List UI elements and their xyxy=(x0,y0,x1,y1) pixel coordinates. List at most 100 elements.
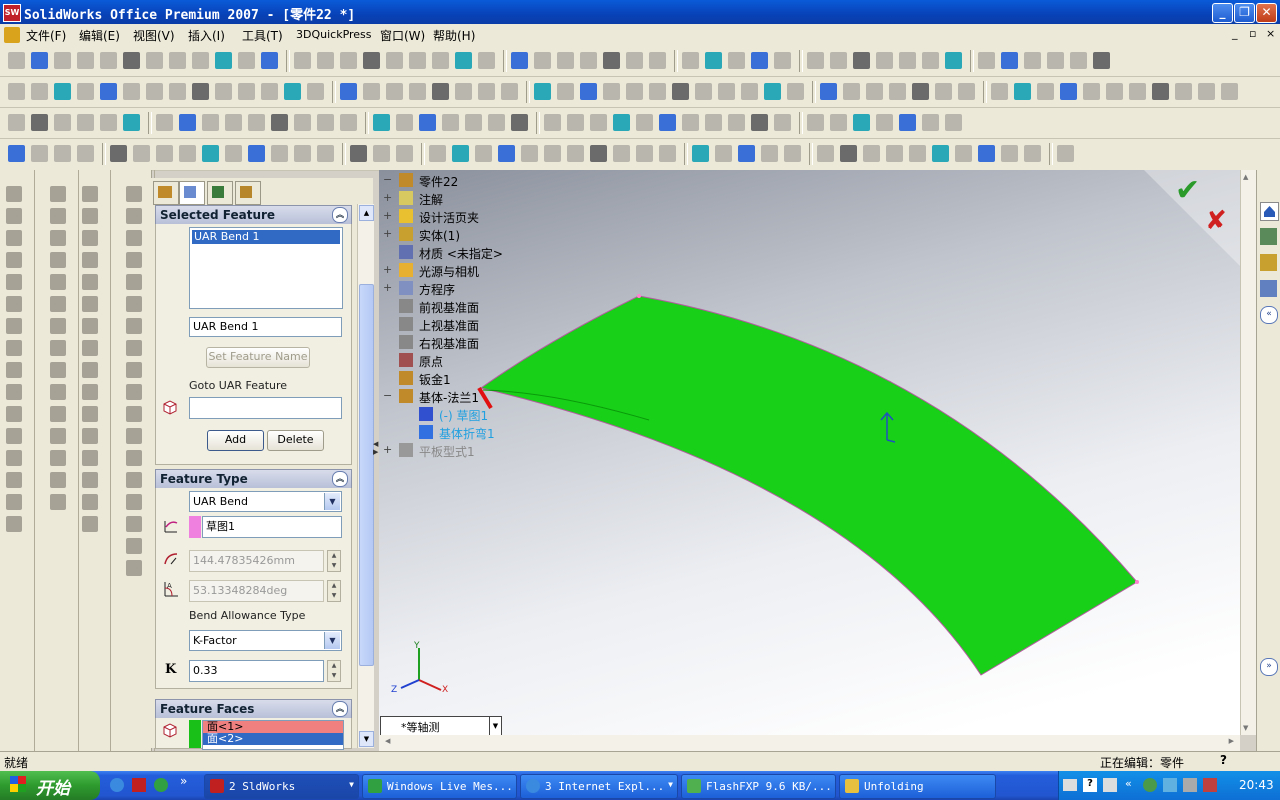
group-selected-feature-header[interactable]: Selected Feature ︽ xyxy=(155,205,352,225)
left-toolbar-button-icon[interactable] xyxy=(50,450,66,466)
toolbar-button-icon[interactable] xyxy=(1047,52,1064,69)
left-toolbar-button-icon[interactable] xyxy=(126,472,142,488)
bend-angle-input[interactable]: 53.13348284deg xyxy=(189,580,324,602)
toolbar-button-icon[interactable] xyxy=(567,145,584,162)
left-toolbar-button-icon[interactable] xyxy=(6,340,22,356)
toolbar-button-icon[interactable] xyxy=(498,145,515,162)
left-toolbar-button-icon[interactable] xyxy=(126,274,142,290)
toolbar-button-icon[interactable] xyxy=(534,83,551,100)
network-icon[interactable] xyxy=(1143,778,1157,792)
minimize-button[interactable]: _ xyxy=(1212,3,1233,23)
left-toolbar-button-icon[interactable] xyxy=(50,318,66,334)
feature-type-select[interactable]: UAR Bend ▼ xyxy=(189,491,342,512)
toolbar-button-icon[interactable] xyxy=(77,145,94,162)
toolbar-button-icon[interactable] xyxy=(886,145,903,162)
chevron-down-icon[interactable]: ▼ xyxy=(324,493,340,510)
toolbar-button-icon[interactable] xyxy=(1001,145,1018,162)
left-toolbar-button-icon[interactable] xyxy=(6,230,22,246)
left-toolbar-button-icon[interactable] xyxy=(50,186,66,202)
volume-icon[interactable] xyxy=(1183,778,1197,792)
toolbar-button-icon[interactable] xyxy=(294,145,311,162)
toolbar-button-icon[interactable] xyxy=(146,83,163,100)
toolbar-button-icon[interactable] xyxy=(225,114,242,131)
expand-pane-icon[interactable]: « xyxy=(1260,306,1278,324)
tray-expand-icon[interactable]: « xyxy=(1125,777,1132,790)
tree-expander[interactable]: + xyxy=(383,191,393,204)
toolbar-button-icon[interactable] xyxy=(1014,83,1031,100)
toolbar-button-icon[interactable] xyxy=(284,83,301,100)
list-item[interactable]: 面<2> xyxy=(203,733,343,745)
toolbar-button-icon[interactable] xyxy=(202,145,219,162)
left-toolbar-button-icon[interactable] xyxy=(82,428,98,444)
feature-name-input[interactable]: UAR Bend 1 xyxy=(189,317,342,337)
keyboard-icon[interactable] xyxy=(1063,779,1077,791)
left-toolbar-button-icon[interactable] xyxy=(50,428,66,444)
toolbar-button-icon[interactable] xyxy=(294,114,311,131)
chevron-down-icon[interactable]: ▼ xyxy=(489,717,501,735)
toolbar-button-icon[interactable] xyxy=(511,52,528,69)
solidworks-quicklaunch-icon[interactable] xyxy=(132,778,146,792)
left-toolbar-button-icon[interactable] xyxy=(126,516,142,532)
scroll-up-icon[interactable]: ▲ xyxy=(359,205,374,221)
toolbar-button-icon[interactable] xyxy=(123,52,140,69)
toolbar-button-icon[interactable] xyxy=(8,114,25,131)
design-library-icon[interactable] xyxy=(1260,228,1277,245)
close-button[interactable]: ✕ xyxy=(1256,3,1277,23)
left-toolbar-button-icon[interactable] xyxy=(82,450,98,466)
toolbar-button-icon[interactable] xyxy=(899,114,916,131)
left-toolbar-button-icon[interactable] xyxy=(50,252,66,268)
toolbar-button-icon[interactable] xyxy=(1106,83,1123,100)
restore-button[interactable]: ❐ xyxy=(1234,3,1255,23)
toolbar-button-icon[interactable] xyxy=(442,114,459,131)
toolbar-button-icon[interactable] xyxy=(636,114,653,131)
toolbar-button-icon[interactable] xyxy=(922,52,939,69)
toolbar-button-icon[interactable] xyxy=(294,52,311,69)
left-toolbar-button-icon[interactable] xyxy=(6,362,22,378)
toolbar-button-icon[interactable] xyxy=(659,145,676,162)
toolbar-button-icon[interactable] xyxy=(1129,83,1146,100)
collapse-pane-icon[interactable]: » xyxy=(1260,658,1278,676)
left-toolbar-button-icon[interactable] xyxy=(82,208,98,224)
toolbar-button-icon[interactable] xyxy=(682,52,699,69)
toolbar-button-icon[interactable] xyxy=(8,145,25,162)
toolbar-button-icon[interactable] xyxy=(636,145,653,162)
toolbar-button-icon[interactable] xyxy=(478,52,495,69)
mdi-minimize-button[interactable]: _ xyxy=(1232,27,1238,40)
left-toolbar-button-icon[interactable] xyxy=(6,384,22,400)
toolbar-button-icon[interactable] xyxy=(475,145,492,162)
toolbar-button-icon[interactable] xyxy=(787,83,804,100)
toolbar-button-icon[interactable] xyxy=(590,145,607,162)
toolbar-button-icon[interactable] xyxy=(876,114,893,131)
toolbar-button-icon[interactable] xyxy=(238,83,255,100)
toolbar-button-icon[interactable] xyxy=(271,114,288,131)
left-toolbar-button-icon[interactable] xyxy=(126,208,142,224)
left-toolbar-button-icon[interactable] xyxy=(82,296,98,312)
toolbar-button-icon[interactable] xyxy=(409,83,426,100)
viewport-horizontal-scrollbar[interactable]: ◀ ▶ xyxy=(379,735,1240,751)
left-toolbar-button-icon[interactable] xyxy=(126,318,142,334)
angle-spinner[interactable]: ▲ ▼ xyxy=(327,580,341,602)
toolbar-button-icon[interactable] xyxy=(169,83,186,100)
toolbar-button-icon[interactable] xyxy=(1024,52,1041,69)
toolbar-button-icon[interactable] xyxy=(54,83,71,100)
left-toolbar-button-icon[interactable] xyxy=(6,406,22,422)
toolbar-button-icon[interactable] xyxy=(432,52,449,69)
toolbar-button-icon[interactable] xyxy=(77,83,94,100)
tree-expander[interactable]: + xyxy=(383,209,393,222)
toolbar-button-icon[interactable] xyxy=(100,52,117,69)
toolbar-button-icon[interactable] xyxy=(909,145,926,162)
messenger-tray-icon[interactable] xyxy=(1163,778,1177,792)
toolbar-button-icon[interactable] xyxy=(488,114,505,131)
left-toolbar-button-icon[interactable] xyxy=(82,494,98,510)
toolbar-button-icon[interactable] xyxy=(248,114,265,131)
toolbar-button-icon[interactable] xyxy=(945,52,962,69)
toolbar-button-icon[interactable] xyxy=(396,145,413,162)
left-toolbar-button-icon[interactable] xyxy=(82,252,98,268)
tree-expander[interactable]: + xyxy=(383,227,393,240)
toolbar-button-icon[interactable] xyxy=(179,145,196,162)
left-toolbar-button-icon[interactable] xyxy=(126,230,142,246)
menu-view[interactable]: 视图(V) xyxy=(133,27,175,44)
toolbar-button-icon[interactable] xyxy=(580,83,597,100)
toolbar-button-icon[interactable] xyxy=(1024,145,1041,162)
toolbar-button-icon[interactable] xyxy=(718,83,735,100)
